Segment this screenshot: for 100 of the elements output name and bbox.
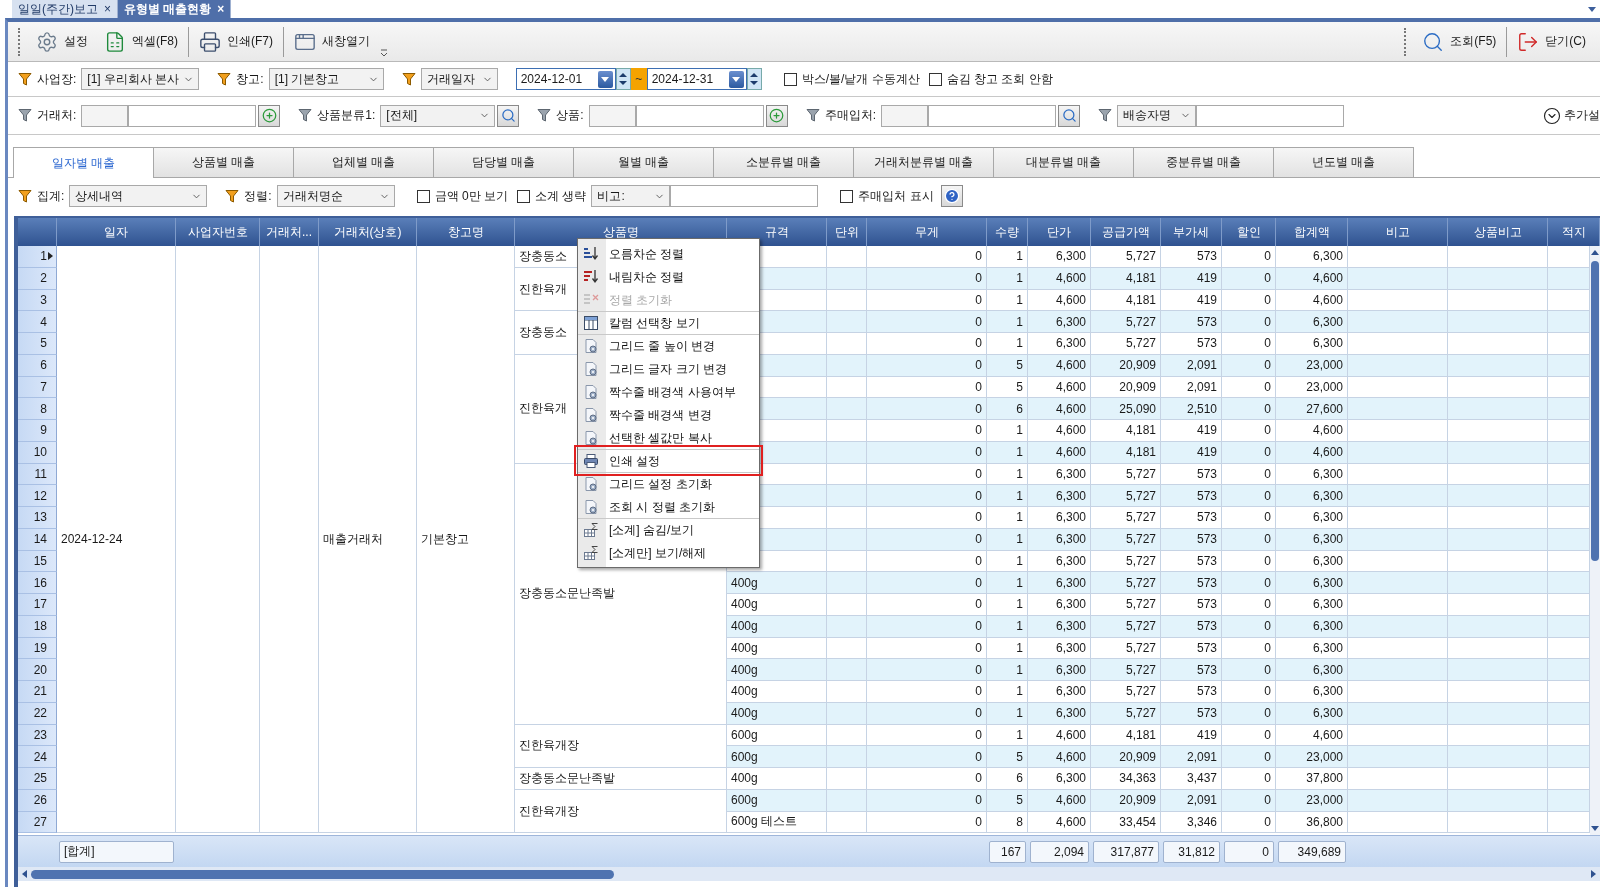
code-field[interactable] [81,104,129,127]
close-button[interactable]: 닫기(C) [1511,26,1592,57]
table-cell: 6,300 [1276,333,1348,355]
input-field[interactable] [128,104,257,127]
table-cell: 0 [867,637,987,660]
table-cell: 1 [987,441,1028,464]
dropdown[interactable]: 거래처명순 [276,185,395,207]
code-field[interactable] [881,104,929,127]
dropdown[interactable]: 비고: [591,185,671,207]
table-cell: 23,000 [1276,746,1348,768]
scroll-right-icon[interactable] [1591,870,1596,878]
menu-item[interactable]: 인쇄 설정 [578,449,759,472]
checkbox[interactable]: 숨김 창고 조회 안함 [928,70,1053,88]
close-tab-button[interactable]: × [217,2,225,16]
dropdown[interactable]: 배송자명 [1117,104,1197,127]
table-cell: 4,181 [1091,289,1161,312]
tab[interactable]: 소분류별 매출 [713,147,854,177]
table-cell: 6,300 [1028,615,1091,638]
tab[interactable]: 년도별 매출 [1273,147,1414,177]
dropdown[interactable]: 거래일자 [420,68,498,90]
scroll-left-icon[interactable] [22,870,27,878]
table-cell: 0 [867,615,987,638]
checkbox[interactable]: 소계 생략 [517,187,587,205]
tab[interactable]: 중분류별 매출 [1133,147,1274,177]
dropdown[interactable]: [전체] [380,104,496,127]
row-number: 7 [18,376,57,399]
table-cell: 6,300 [1028,572,1091,594]
table-cell: 6,300 [1276,485,1348,507]
table-cell: 0 [1222,420,1276,442]
scrollbar-thumb[interactable] [31,869,614,879]
calendar-button[interactable] [597,70,613,88]
menu-item[interactable]: 칼럼 선택창 보기 [578,311,759,334]
table-cell: 400g [727,768,827,790]
input-field[interactable] [1196,104,1345,127]
expand-icon[interactable] [1543,106,1561,125]
table-cell: 5,727 [1091,246,1161,268]
new-window-button[interactable]: 새창열기 [288,26,376,57]
table-cell: 0 [867,681,987,703]
row-number: 17 [18,594,57,616]
print-button[interactable]: 인쇄(F7) [193,26,279,57]
table-cell: 23,000 [1276,789,1348,812]
dropdown[interactable]: [1] 기본창고 [268,68,384,90]
input-field[interactable] [928,104,1057,127]
search-button[interactable] [497,104,520,127]
checkbox[interactable]: 박스/볼/낱개 수동계산 [783,70,920,88]
row-number: 15 [18,550,57,573]
scrollbar-thumb[interactable] [1591,261,1599,561]
row-number: 14 [18,528,57,551]
date-field[interactable]: 2024-12-01 [515,68,616,90]
date-field[interactable]: 2024-12-31 [646,68,747,90]
tab[interactable]: 상품별 매출 [153,147,294,177]
table-cell: 419 [1161,724,1222,747]
add-button[interactable] [765,104,788,127]
row-number: 1 [18,246,57,268]
total-value: 0 [1224,840,1274,863]
search-button[interactable] [1058,104,1081,127]
row-number: 23 [18,724,57,747]
table-cell: 20,909 [1091,746,1161,768]
more-settings-link[interactable]: 추가설 [1564,107,1600,124]
calendar-button[interactable] [728,70,744,88]
dropdown[interactable]: [1] 우리회사 본사 [81,68,200,90]
tab[interactable]: 대분류별 매출 [993,147,1134,177]
input-field[interactable] [635,104,764,127]
close-tab-button[interactable]: × [104,2,111,16]
document-tab[interactable]: 일일(주간)보고 × [12,0,118,18]
table-cell: 0 [1222,507,1276,529]
tab[interactable]: 월별 매출 [573,147,714,177]
menu-item[interactable]: 그리드 설정 초기화 [578,472,759,495]
table-cell: 5,727 [1091,594,1161,616]
search-button[interactable]: 조회(F5) [1416,26,1503,57]
table-cell: 4,600 [1028,789,1091,812]
dropdown[interactable]: 상세내역 [69,185,208,207]
checkbox[interactable]: 금액 0만 보기 [416,187,509,205]
document-tab[interactable]: 유형별 매출현황 × [118,0,232,18]
table-cell: 1 [987,637,1028,660]
overflow-icon[interactable] [380,47,388,57]
row-number: 6 [18,354,57,377]
table-cell: 573 [1161,702,1222,725]
menu-item[interactable]: 그리드 줄 높이 변경 [578,334,759,357]
plus-icon [261,108,277,123]
tab[interactable]: 일자별 매출 [13,147,154,178]
table-cell: 0 [1222,768,1276,790]
row-number: 10 [18,441,57,464]
checkbox[interactable]: 주매입처 표시 [840,187,934,205]
table-cell: 1 [987,485,1028,507]
settings-button[interactable]: 설정 [30,26,94,57]
table-cell: 0 [867,572,987,594]
excel-button[interactable]: 엑셀(F8) [98,26,184,57]
code-field[interactable] [588,104,636,127]
add-button[interactable] [258,104,281,127]
field-label: 집계: [37,187,65,205]
tab[interactable]: 업체별 매출 [293,147,434,177]
menu-item[interactable]: [소계] 숨김/보기 [578,518,759,541]
input-field[interactable] [670,185,819,207]
table-cell: 6,300 [1276,507,1348,529]
tab[interactable]: 거래처분류별 매출 [853,147,994,177]
current-row-icon [48,252,53,261]
help-button[interactable] [940,185,963,207]
table-cell: 0 [1222,333,1276,355]
tab[interactable]: 담당별 매출 [433,147,574,177]
